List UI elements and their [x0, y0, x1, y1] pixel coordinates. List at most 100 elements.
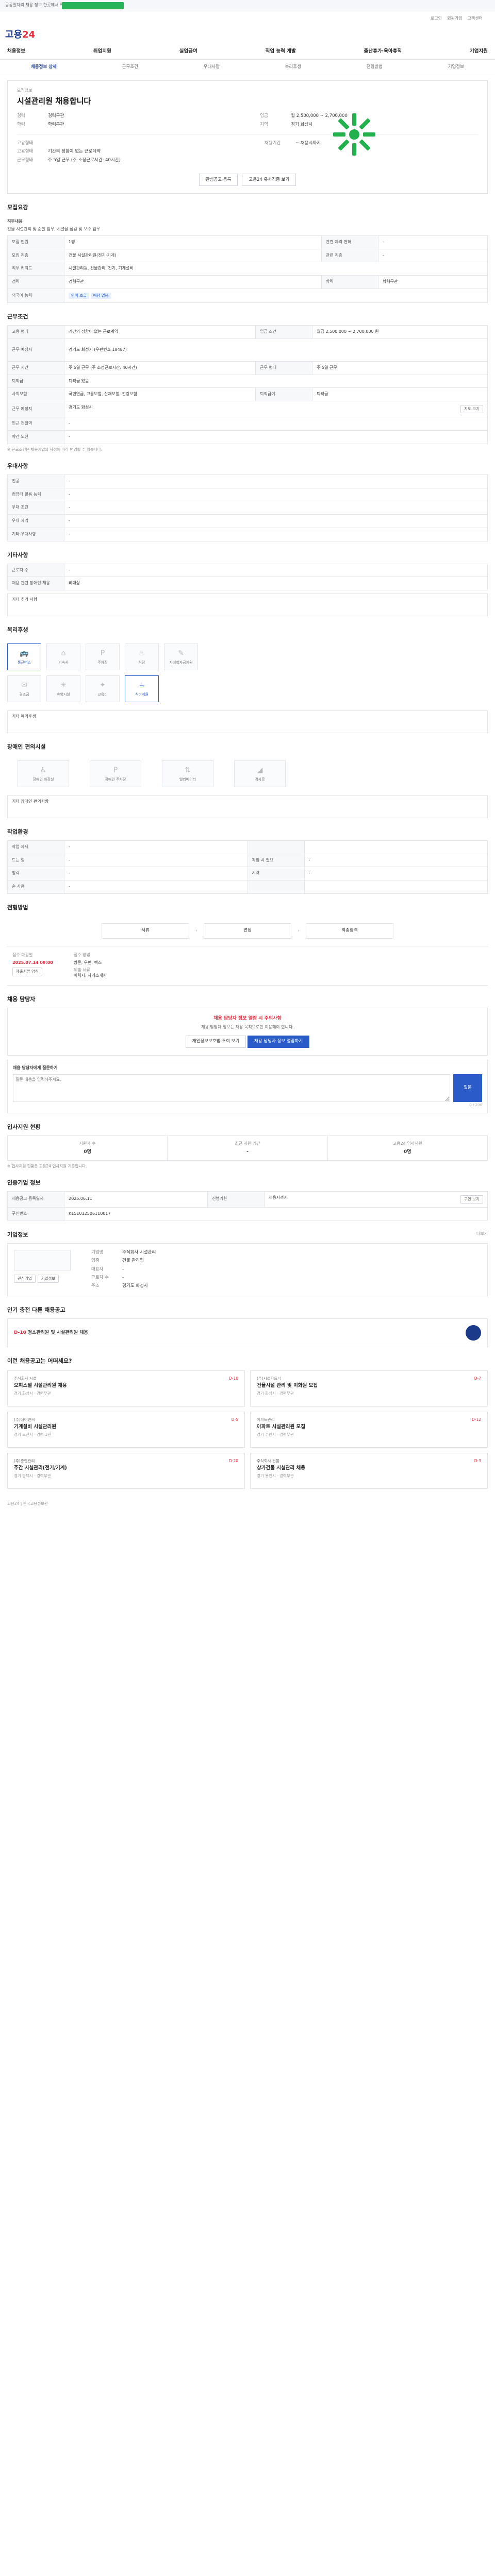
cond-table: 고용 형태 기간의 정함이 없는 근로계약 임금 조건 월급 2,500,000 ~ … [7, 325, 488, 444]
interest-button[interactable]: 관심공고 등록 [199, 174, 238, 187]
subnav-item[interactable]: 전형방법 [367, 64, 383, 70]
nav-item[interactable]: 기업지원 [470, 48, 488, 55]
welfare-item: ✦ 교육비 [86, 675, 120, 703]
apply-info: 접수 마감일 2025.07.14 09:00 제출서류 양식 접수 방법 방문… [7, 945, 488, 986]
question-submit[interactable]: 질문 [453, 1074, 482, 1102]
section-env: 작업환경 [7, 828, 28, 835]
rec-card[interactable]: (주)에이앤씨 기계설비 시설관리원 경기 오산시 · 경력 1년 D-5 [7, 1411, 245, 1448]
section-contact: 채용 담당자 [7, 996, 36, 1003]
more-link[interactable]: 더보기 [476, 1231, 488, 1239]
form-button[interactable]: 제출서류 양식 [12, 968, 42, 976]
rec-card[interactable]: (주)시설파트너 건물시설 관리 및 미화원 모집 경기 화성시 · 경력무관 D-7 [250, 1370, 488, 1406]
section-stats: 입사지원 현황 [7, 1124, 41, 1131]
section-cond: 근무조건 [7, 313, 28, 320]
rec-card[interactable]: (주)종합관리 주간 시설관리(전기/기계) 경기 평택시 · 경력무관 D-20 [7, 1452, 245, 1489]
job-summary-card: 모집정보 시설관리원 채용합니다 경력 경력무관 학력 학력무관 임금 월 2,500… [7, 80, 488, 194]
welfare-item: ♨ 식당 [125, 643, 159, 671]
gift-icon: ✉ [21, 681, 27, 689]
subnav-item[interactable]: 우대사항 [204, 64, 220, 70]
contact-warning: 채용 담당자 정보 열람 시 주의사항 [213, 1015, 282, 1021]
etc-note: 기타 추가 사항 [7, 594, 488, 617]
nav-item[interactable]: 취업지원 [93, 48, 111, 55]
company-logo-icon [323, 104, 385, 165]
job-title: 시설관리원 채용합니다 [17, 96, 91, 106]
house-icon: ⌂ [61, 649, 66, 657]
selection-steps: 서류 › 면접 › 최종합격 [7, 916, 488, 946]
sub-nav: 채용정보 상세 근무조건 우대사항 복리후생 전형방법 기업정보 [0, 60, 495, 75]
section-facility: 장애인 편의시설 [7, 743, 46, 751]
section-rec: 이런 채용공고는 어떠세요? [7, 1357, 72, 1364]
util-login[interactable]: 로그인 [431, 16, 442, 22]
main-nav: 채용정보 취업지원 실업급여 직업 능력 개발 출산휴가·육아휴직 기업지원 [0, 44, 495, 60]
nav-item[interactable]: 출산휴가·육아휴직 [364, 48, 402, 55]
section-welfare: 복리후생 [7, 626, 28, 634]
question-input[interactable] [13, 1074, 450, 1102]
welfare-etc: 기타 복리후생 [7, 710, 488, 734]
contact-box: 채용 담당자 정보 열람 시 주의사항 채용 담당자 정보는 채용 목적으로만 … [7, 1007, 488, 1056]
welfare-icons-2: ✉ 경조금 ☀ 휴양시설 ✦ 교육비 ☕ 식비지원 [7, 675, 488, 707]
env-table: 작업 자세 - 드는 힘 - 작업 시 필요 - 청각 - 시력 - 손 사용 - [7, 840, 488, 894]
ramp-icon: ◢ [257, 766, 263, 774]
nav-item[interactable]: 직업 능력 개발 [266, 48, 296, 55]
company-box: 관심기업 기업정보 기업명 주식회사 시설관리 업종 건물 관리업 대표자 - 근로자 … [7, 1243, 488, 1296]
company-info-button[interactable]: 기업정보 [37, 1274, 59, 1283]
question-box: 채용 담당자에게 질문하기 질문 0 / 200 [7, 1059, 488, 1114]
footer: 고용24 | 한국고용정보원 [7, 1501, 48, 1506]
facility-icons: ♿ 장애인 화장실 P 장애인 주차장 ⇅ 엘리베이터 ◢ 경사로 [7, 755, 488, 792]
elevator-icon: ⇅ [185, 766, 191, 774]
banner-bar[interactable] [62, 2, 124, 9]
section-recruit: 모집요강 [7, 204, 28, 211]
util-help[interactable]: 고객센터 [468, 16, 483, 22]
subnav-item[interactable]: 근무조건 [122, 64, 138, 70]
meal-icon: ♨ [138, 649, 145, 657]
subnav-item[interactable]: 기업정보 [448, 64, 464, 70]
facility-item: ⇅ 엘리베이터 [162, 760, 213, 787]
subnav-item[interactable]: 복리후생 [285, 64, 301, 70]
site-logo[interactable]: 고용24 [5, 29, 35, 41]
rec-card[interactable]: 주식회사 시설 오피스텔 시설관리원 채용 경기 화성시 · 경력무관 D-10 [7, 1370, 245, 1406]
view-button[interactable]: 구인 보기 [460, 1195, 483, 1204]
rec-card[interactable]: 아파트관리 아파트 시설관리원 모집 경기 수원시 · 경력무관 D-12 [250, 1411, 488, 1448]
step: 면접 [204, 923, 291, 939]
utility-links: 로그인 회원가입 고객센터 [0, 11, 495, 26]
view-contact-button[interactable]: 채용 담당자 정보 열람하기 [248, 1035, 310, 1048]
facility-item: ♿ 장애인 화장실 [18, 760, 69, 787]
map-button[interactable]: 지도 보기 [460, 405, 483, 414]
similar-button[interactable]: 고용24 유사직종 보기 [242, 174, 296, 187]
section-company: 기업정보 더보기 [7, 1231, 488, 1239]
welfare-item: ✉ 경조금 [7, 675, 41, 703]
section-recent: 인기 충전 다른 채용공고 [7, 1306, 65, 1313]
arrow-icon: › [195, 928, 197, 934]
stats-row: 지원자 수 0명 최근 지원 기간 - 고용24 입사지원 0명 [7, 1135, 488, 1161]
section-select: 전형방법 [7, 904, 28, 911]
welfare-item: P 주차장 [86, 643, 120, 671]
etc-table: 근로자 수- 채용 관련 장애인 채용 비대상 [7, 563, 488, 591]
recent-item[interactable]: D-10 청소관리원 및 시설관리원 채용 [7, 1318, 488, 1347]
book-icon: ✦ [100, 681, 106, 689]
welfare-item: ☀ 휴양시설 [46, 675, 80, 703]
agency-emblem-icon [466, 1325, 481, 1341]
step: 최종합격 [306, 923, 393, 939]
arrow-icon: › [298, 928, 300, 934]
subnav-item[interactable]: 채용정보 상세 [31, 64, 57, 70]
nav-item[interactable]: 채용정보 [7, 48, 25, 55]
restroom-icon: ♿ [40, 766, 47, 774]
rec-card[interactable]: 주식회사 건물 상가건물 시설관리 채용 경기 용인시 · 경력무관 D-3 [250, 1452, 488, 1489]
welfare-item: ☕ 식비지원 [125, 675, 159, 703]
duty-block: 직무내용 건물 시설관리 및 순찰 업무, 시설물 점검 및 보수 업무 [7, 219, 100, 232]
nav-item[interactable]: 실업급여 [179, 48, 197, 55]
rec-grid: 주식회사 시설 오피스텔 시설관리원 채용 경기 화성시 · 경력무관 D-10 (주… [7, 1370, 488, 1489]
school-icon: ✎ [178, 649, 184, 657]
info-label: 모집정보 [17, 88, 32, 93]
food-icon: ☕ [138, 681, 145, 689]
parking-icon: P [100, 649, 105, 657]
privacy-button[interactable]: 개인정보보호법 조회 보기 [185, 1035, 246, 1048]
recruit-table: 모집 인원 1명 관련 자격 면허 - 모집 직종 건물 시설관리원(전기·기계) 관련 … [7, 235, 488, 303]
fav-company-button[interactable]: 관심기업 [14, 1274, 36, 1283]
facility-item: P 장애인 주차장 [90, 760, 141, 787]
welfare-icons: 🚌 통근버스 ⌂ 기숙사 P 주차장 ♨ 식당 ✎ 자녀학자금지원 [7, 638, 488, 675]
resort-icon: ☀ [60, 681, 67, 689]
util-join[interactable]: 회원가입 [447, 16, 462, 22]
bus-icon: 🚌 [20, 649, 29, 657]
parking-icon: P [113, 766, 118, 774]
